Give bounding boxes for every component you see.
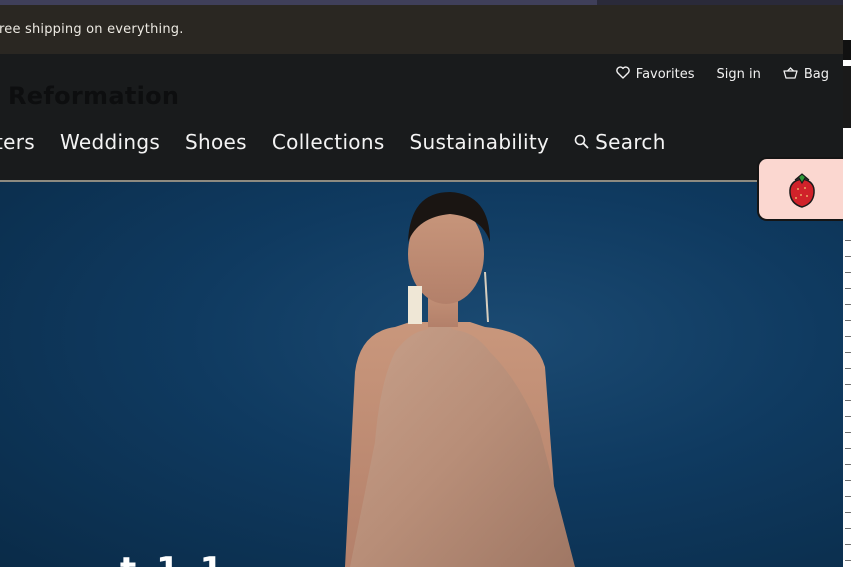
edge-block xyxy=(843,40,851,60)
ruler-tick xyxy=(845,528,851,529)
edge-block xyxy=(843,66,851,128)
search-label: Search xyxy=(595,130,666,154)
bag-label: Bag xyxy=(803,67,829,82)
favorites-link[interactable]: Favorites xyxy=(616,66,695,83)
promo-banner: ree shipping on everything. xyxy=(0,5,843,54)
heart-icon xyxy=(616,66,630,83)
ruler-tick xyxy=(845,352,851,353)
nav-item-partial[interactable]: ters xyxy=(0,130,35,154)
ruler-tick xyxy=(845,496,851,497)
main-nav: ters Weddings Shoes Collections Sustaina… xyxy=(0,130,691,154)
ruler-tick xyxy=(845,336,851,337)
favorites-label: Favorites xyxy=(635,67,695,82)
bag-icon xyxy=(783,66,798,83)
strawberry-icon xyxy=(787,171,817,213)
search-button[interactable]: Search xyxy=(574,130,666,154)
site-logo[interactable]: Reformation xyxy=(8,82,179,110)
ruler-tick xyxy=(845,288,851,289)
hero-banner[interactable]: t 1 1 xyxy=(0,182,843,567)
ruler-tick xyxy=(845,272,851,273)
hero-headline: t 1 1 xyxy=(120,550,227,567)
ruler-tick xyxy=(845,384,851,385)
site-header: Favorites Sign in Bag Reformation ters W… xyxy=(0,54,843,180)
nav-item-weddings[interactable]: Weddings xyxy=(60,130,160,154)
ruler-tick xyxy=(845,368,851,369)
nav-item-sustainability[interactable]: Sustainability xyxy=(410,130,550,154)
ruler-tick xyxy=(845,560,851,561)
ruler-tick xyxy=(845,464,851,465)
ruler-tick xyxy=(845,416,851,417)
sign-in-link[interactable]: Sign in xyxy=(717,67,761,82)
bag-link[interactable]: Bag xyxy=(783,66,829,83)
ruler-tick xyxy=(845,304,851,305)
strawberry-widget[interactable] xyxy=(757,157,849,221)
hero-model-image xyxy=(345,192,575,567)
utility-nav: Favorites Sign in Bag xyxy=(616,66,829,83)
promo-text: ree shipping on everything. xyxy=(0,22,184,37)
ruler-tick xyxy=(845,544,851,545)
ruler-tick xyxy=(845,320,851,321)
ruler-tick xyxy=(845,480,851,481)
ruler-tick xyxy=(845,240,851,241)
ruler-tick xyxy=(845,512,851,513)
search-icon xyxy=(574,130,589,154)
sign-in-label: Sign in xyxy=(716,67,761,82)
ruler-tick xyxy=(845,400,851,401)
nav-item-shoes[interactable]: Shoes xyxy=(185,130,247,154)
right-scroll-edge xyxy=(843,0,851,567)
ruler-tick xyxy=(845,432,851,433)
nav-item-collections[interactable]: Collections xyxy=(272,130,385,154)
ruler-tick xyxy=(845,256,851,257)
ruler-tick xyxy=(845,448,851,449)
